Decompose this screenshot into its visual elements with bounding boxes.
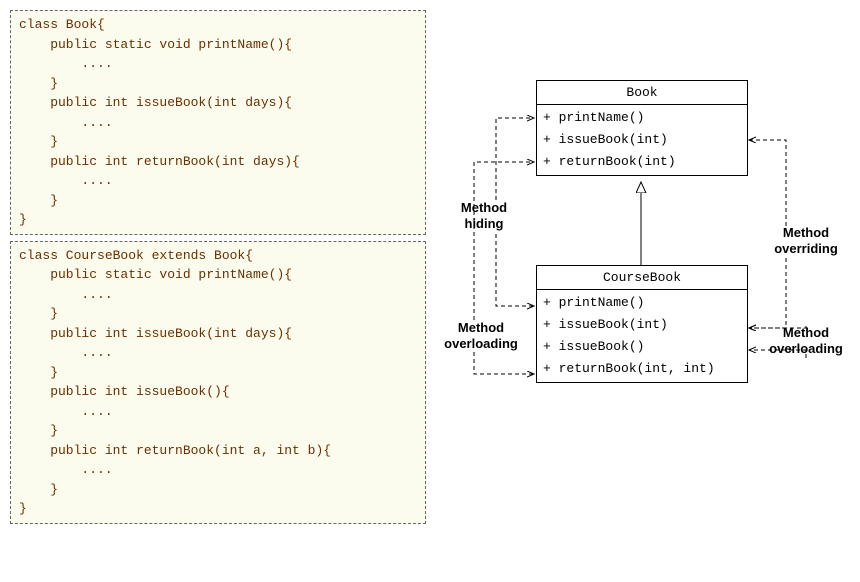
label-overloading-left: Method overloading: [436, 320, 526, 351]
code-book: class Book{ public static void printName…: [10, 10, 426, 235]
uml-method: + printName(): [543, 292, 741, 314]
label-overloading-right: Method overloading: [766, 325, 846, 356]
uml-coursebook-methods: + printName() + issueBook(int) + issueBo…: [537, 290, 747, 382]
uml-method: + issueBook(int): [543, 314, 741, 336]
code-coursebook: class CourseBook extends Book{ public st…: [10, 241, 426, 524]
label-hiding: Method hiding: [448, 200, 520, 231]
uml-method: + issueBook(int): [543, 129, 741, 151]
uml-diagram: Book + printName() + issueBook(int) + re…: [436, 10, 850, 570]
uml-book-methods: + printName() + issueBook(int) + returnB…: [537, 105, 747, 175]
uml-method: + printName(): [543, 107, 741, 129]
uml-method: + returnBook(int): [543, 151, 741, 173]
uml-book-title: Book: [537, 81, 747, 105]
uml-coursebook: CourseBook + printName() + issueBook(int…: [536, 265, 748, 383]
label-overriding: Method overriding: [766, 225, 846, 256]
uml-method: + returnBook(int, int): [543, 358, 741, 380]
uml-book: Book + printName() + issueBook(int) + re…: [536, 80, 748, 176]
uml-coursebook-title: CourseBook: [537, 266, 747, 290]
uml-method: + issueBook(): [543, 336, 741, 358]
